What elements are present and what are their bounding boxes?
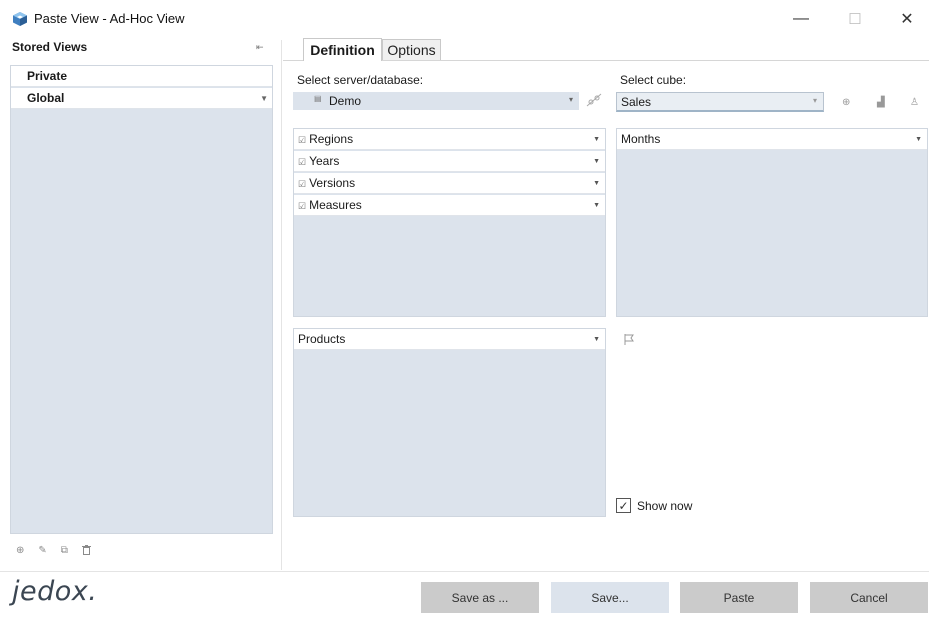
cube-user-icon[interactable]: ♙ [910,97,919,108]
chevron-down-icon[interactable]: ▼ [915,129,922,150]
checkbox-icon[interactable]: ☑ [298,201,306,211]
sidebar-divider[interactable] [281,40,282,570]
connection-icon[interactable] [586,93,602,110]
server-database-value: Demo [329,94,362,108]
edit-icon[interactable]: ✎ [38,545,46,558]
chevron-down-icon[interactable]: ▼ [593,173,600,194]
flag-icon[interactable] [624,334,634,348]
jedox-cube-icon [12,11,28,27]
save-as-button[interactable]: Save as ... [421,582,539,613]
chevron-down-icon[interactable]: ▼ [593,151,600,172]
stored-view-group-label: Global [27,91,65,105]
stored-view-group-private[interactable]: Private [11,66,272,87]
chevron-down-icon[interactable]: ▼ [593,329,600,350]
cube-value: Sales [621,95,652,109]
cube-globe-icon[interactable]: ⊕ [842,97,850,108]
minimize-button[interactable]: — [778,4,824,34]
copy-icon[interactable]: ⧉ [61,545,68,558]
column-dimensions-panel[interactable]: Months ▼ [616,128,928,317]
stored-view-group-label: Private [27,69,68,83]
dimension-row-versions[interactable]: ☑ Versions ▼ [294,173,605,194]
dimension-label: Measures [309,198,362,212]
pin-icon[interactable]: ⇤ [256,42,264,53]
cube-label: Select cube: [620,73,687,87]
stored-views-list[interactable]: Private Global ▼ [10,65,273,534]
show-now-checkbox[interactable]: ✓ [616,498,631,513]
stored-views-title: Stored Views [12,40,88,54]
server-database-label: Select server/database: [297,73,424,87]
dimension-row-regions[interactable]: ☑ Regions ▼ [294,129,605,150]
stored-view-group-global[interactable]: Global ▼ [11,88,272,109]
jedox-logo: jedox. [12,576,98,607]
cube-chart-icon[interactable]: ▟ [877,97,885,108]
delete-icon[interactable] [81,545,91,558]
close-button[interactable]: ✕ [884,4,929,34]
cube-select[interactable]: Sales ▾ [616,92,824,112]
stored-views-toolbar: ⊕ ✎ ⧉ [16,545,91,558]
save-button[interactable]: Save... [551,582,669,613]
chevron-down-icon[interactable]: ▼ [593,129,600,150]
row-dimensions-panel[interactable]: ☑ Regions ▼ ☑ Years ▼ ☑ Versions ▼ ☑ Measure… [293,128,606,317]
dimension-label: Regions [309,132,354,146]
footer-divider [0,571,929,572]
add-icon[interactable]: ⊕ [16,545,24,558]
server-database-select[interactable]: ▤ Demo ▾ [293,92,579,110]
checkbox-icon[interactable]: ☑ [298,135,306,145]
dimension-label: Products [298,332,346,346]
tab-definition[interactable]: Definition [303,38,382,61]
dimension-column-months[interactable]: Months ▼ [617,129,927,150]
dimension-page-products[interactable]: Products ▼ [294,329,605,350]
chevron-down-icon[interactable]: ▼ [593,195,600,216]
dimension-label: Years [309,154,340,168]
show-now-label[interactable]: Show now [637,499,692,513]
dimension-row-measures[interactable]: ☑ Measures ▼ [294,195,605,216]
checkbox-icon[interactable]: ☑ [298,179,306,189]
chevron-down-icon[interactable]: ▾ [813,96,817,105]
cancel-button[interactable]: Cancel [810,582,928,613]
tab-options[interactable]: Options [382,39,441,60]
checkbox-icon[interactable]: ☑ [298,157,306,167]
dimension-row-years[interactable]: ☑ Years ▼ [294,151,605,172]
maximize-button[interactable]: ☐ [832,4,878,34]
database-icon: ▤ [314,94,322,103]
chevron-down-icon[interactable]: ▼ [260,88,268,109]
page-dimensions-panel[interactable]: Products ▼ [293,328,606,517]
dimension-label: Versions [309,176,356,190]
paste-button[interactable]: Paste [680,582,798,613]
dimension-label: Months [621,132,661,146]
chevron-down-icon[interactable]: ▾ [569,95,573,104]
window-title: Paste View - Ad-Hoc View [34,11,185,26]
